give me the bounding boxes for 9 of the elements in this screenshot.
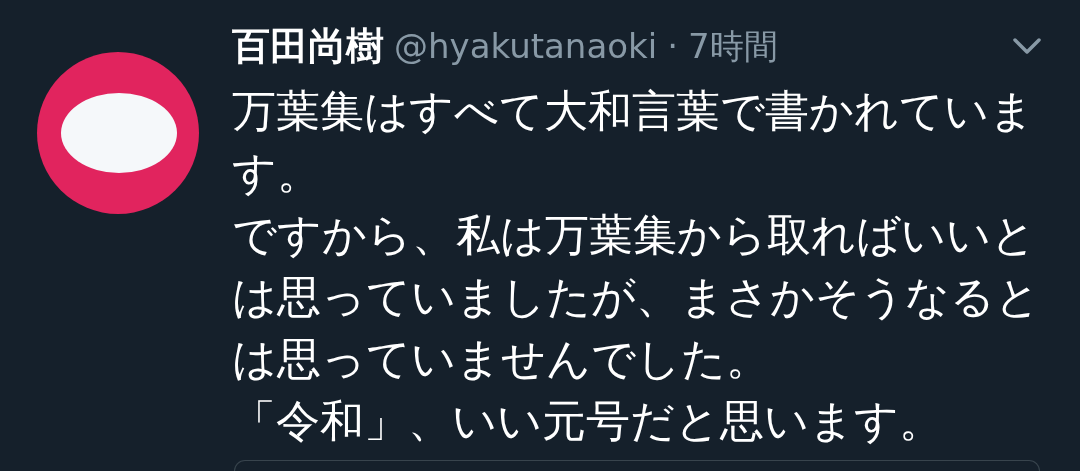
avatar-icon[interactable] xyxy=(37,52,199,214)
separator: · xyxy=(667,29,678,63)
caret-icon[interactable] xyxy=(1012,37,1042,55)
tweet-text: 「令和」、いい元号だと思います。 xyxy=(232,394,944,448)
tweet-text: ですから、私は万葉集から取ればいいとは思っていましたが、まさかそうなるとは思っていませんでした。 xyxy=(232,208,1041,386)
author-name[interactable]: 百田尚樹 xyxy=(232,27,384,65)
tweet-time[interactable]: 7時間 xyxy=(688,29,778,63)
author-handle[interactable]: @hyakutanaoki xyxy=(394,29,658,63)
tweet-text: 万葉集はすべて大和言葉で書かれています。 xyxy=(232,84,1035,200)
